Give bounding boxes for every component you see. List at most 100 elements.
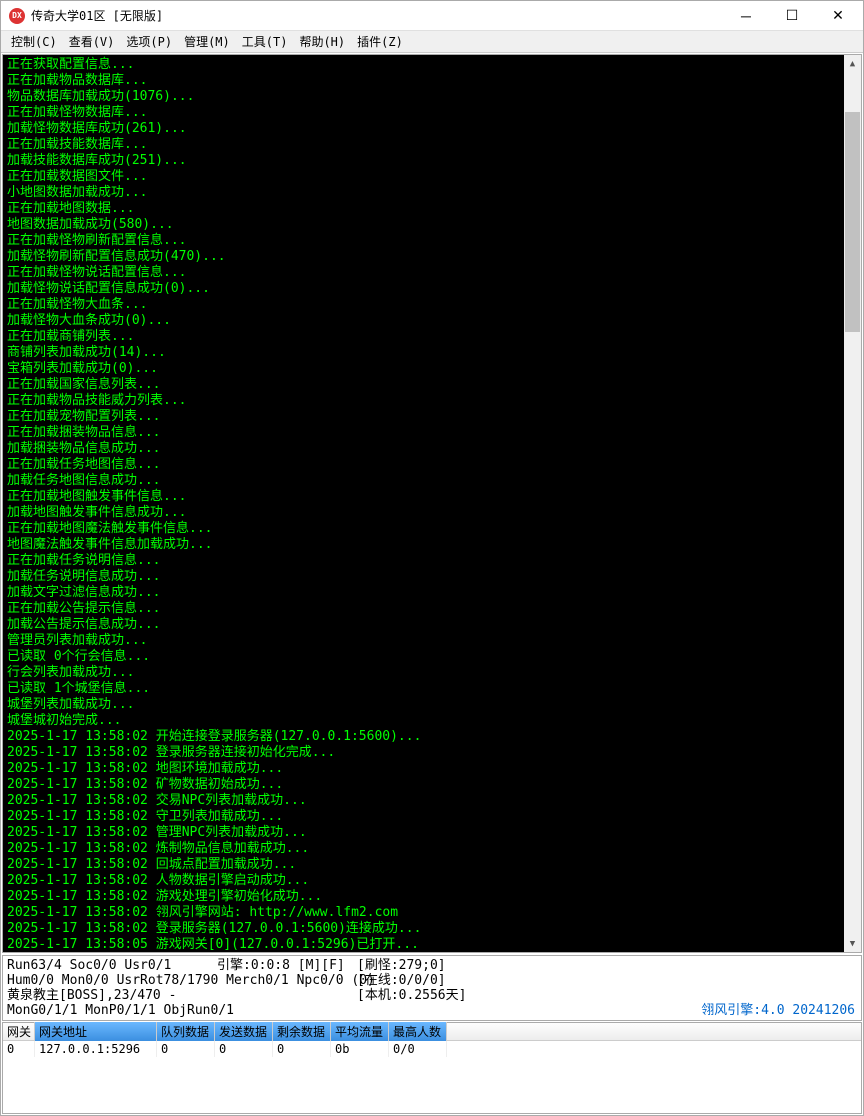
console-line: 加载任务地图信息成功...	[7, 473, 857, 489]
menu-view[interactable]: 查看(V)	[63, 31, 121, 52]
console-line: 地图数据加载成功(580)...	[7, 217, 857, 233]
console-line: 2025-1-17 13:58:02 炼制物品信息加载成功...	[7, 841, 857, 857]
menu-control[interactable]: 控制(C)	[5, 31, 63, 52]
th-gateway[interactable]: 网关	[3, 1022, 35, 1041]
console-line: 加载怪物大血条成功(0)...	[7, 313, 857, 329]
console-line: 加载怪物说话配置信息成功(0)...	[7, 281, 857, 297]
td-remain: 0	[273, 1041, 331, 1057]
console-line: 地图魔法触发事件信息加载成功...	[7, 537, 857, 553]
console-output: 正在获取配置信息...正在加载物品数据库...物品数据库加载成功(1076)..…	[2, 54, 862, 953]
status-engine: 引擎:0:0:8 [M][F]	[217, 958, 357, 973]
console-line: 正在加载任务地图信息...	[7, 457, 857, 473]
app-icon: DX	[9, 8, 25, 24]
console-line: 正在加载商铺列表...	[7, 329, 857, 345]
status-refresh: [刷怪:279;0]	[357, 958, 446, 973]
menu-manage[interactable]: 管理(M)	[178, 31, 236, 52]
console-line: 正在加载任务说明信息...	[7, 553, 857, 569]
menu-plugins[interactable]: 插件(Z)	[351, 31, 409, 52]
th-avg[interactable]: 平均流量	[331, 1022, 389, 1041]
th-queue[interactable]: 队列数据	[157, 1022, 215, 1041]
console-line: 正在加载地图数据...	[7, 201, 857, 217]
status-run: Run63/4 Soc0/0 Usr0/1	[7, 958, 217, 973]
window-title: 传奇大学01区 [无限版]	[31, 7, 723, 24]
status-mong: MonG0/1/1 MonP0/1/1 ObjRun0/1	[7, 1003, 234, 1018]
td-max: 0/0	[389, 1041, 447, 1057]
console-line: 正在加载捆装物品信息...	[7, 425, 857, 441]
console-line: 正在加载公告提示信息...	[7, 601, 857, 617]
th-max[interactable]: 最高人数	[389, 1022, 447, 1041]
console-line: 2025-1-17 13:58:02 开始连接登录服务器(127.0.0.1:5…	[7, 729, 857, 745]
th-remain[interactable]: 剩余数据	[273, 1022, 331, 1041]
console-line: 商铺列表加载成功(14)...	[7, 345, 857, 361]
console-line: 2025-1-17 13:58:02 登录服务器连接初始化完成...	[7, 745, 857, 761]
console-line: 2025-1-17 13:58:02 矿物数据初始成功...	[7, 777, 857, 793]
console-line: 城堡城初始完成...	[7, 713, 857, 729]
status-online: [在线:0/0/0]	[357, 973, 446, 988]
td-queue: 0	[157, 1041, 215, 1057]
menubar: 控制(C) 查看(V) 选项(P) 管理(M) 工具(T) 帮助(H) 插件(Z…	[1, 31, 863, 53]
table-row[interactable]: 0 127.0.0.1:5296 0 0 0 0b 0/0	[3, 1041, 861, 1057]
app-window: DX 传奇大学01区 [无限版] ─ ☐ ✕ 控制(C) 查看(V) 选项(P)…	[0, 0, 864, 1116]
console-line: 小地图数据加载成功...	[7, 185, 857, 201]
maximize-button[interactable]: ☐	[769, 1, 815, 31]
titlebar[interactable]: DX 传奇大学01区 [无限版] ─ ☐ ✕	[1, 1, 863, 31]
console-line: 加载捆装物品信息成功...	[7, 441, 857, 457]
console-line: 正在加载物品技能威力列表...	[7, 393, 857, 409]
console-line: 正在加载怪物数据库...	[7, 105, 857, 121]
scrollbar-thumb[interactable]	[845, 112, 860, 332]
minimize-button[interactable]: ─	[723, 1, 769, 31]
console-scrollbar[interactable]: ▲ ▼	[844, 55, 861, 952]
console-line: 加载任务说明信息成功...	[7, 569, 857, 585]
td-send: 0	[215, 1041, 273, 1057]
status-panel: Run63/4 Soc0/0 Usr0/1 引擎:0:0:8 [M][F] [刷…	[2, 955, 862, 1021]
gateway-table: 网关 网关地址 队列数据 发送数据 剩余数据 平均流量 最高人数 0 127.0…	[2, 1022, 862, 1114]
scrollbar-track[interactable]	[844, 72, 861, 935]
console-line: 正在加载地图触发事件信息...	[7, 489, 857, 505]
console-line: 正在加载国家信息列表...	[7, 377, 857, 393]
console-line: 2025-1-17 13:58:02 地图环境加载成功...	[7, 761, 857, 777]
console-line: 2025-1-17 13:58:02 守卫列表加载成功...	[7, 809, 857, 825]
console-line: 加载怪物刷新配置信息成功(470)...	[7, 249, 857, 265]
scroll-down-icon[interactable]: ▼	[844, 935, 861, 952]
console-line: 加载技能数据库成功(251)...	[7, 153, 857, 169]
menu-options[interactable]: 选项(P)	[120, 31, 178, 52]
console-line: 正在加载数据图文件...	[7, 169, 857, 185]
console-line: 物品数据库加载成功(1076)...	[7, 89, 857, 105]
table-row[interactable]	[3, 1089, 861, 1105]
console-line: 正在加载地图魔法触发事件信息...	[7, 521, 857, 537]
th-address[interactable]: 网关地址	[35, 1022, 157, 1041]
status-boss: 黄泉教主[BOSS],23/470 -	[7, 988, 357, 1003]
console-line: 加载怪物数据库成功(261)...	[7, 121, 857, 137]
console-line: 2025-1-17 13:58:02 人物数据引擎启动成功...	[7, 873, 857, 889]
th-send[interactable]: 发送数据	[215, 1022, 273, 1041]
td-address: 127.0.0.1:5296	[35, 1041, 157, 1057]
console-line: 正在加载怪物说话配置信息...	[7, 265, 857, 281]
console-line: 正在加载宠物配置列表...	[7, 409, 857, 425]
scroll-up-icon[interactable]: ▲	[844, 55, 861, 72]
console-line: 加载地图触发事件信息成功...	[7, 505, 857, 521]
close-button[interactable]: ✕	[815, 1, 861, 31]
console-line: 2025-1-17 13:58:02 回城点配置加载成功...	[7, 857, 857, 873]
table-header-row: 网关 网关地址 队列数据 发送数据 剩余数据 平均流量 最高人数	[3, 1023, 861, 1041]
status-hum: Hum0/0 Mon0/0 UsrRot78/1790 Merch0/1 Npc…	[7, 973, 357, 988]
window-controls: ─ ☐ ✕	[723, 1, 861, 31]
console-line: 正在加载物品数据库...	[7, 73, 857, 89]
menu-help[interactable]: 帮助(H)	[293, 31, 351, 52]
console-line: 2025-1-17 13:58:02 游戏处理引擎初始化成功...	[7, 889, 857, 905]
console-line: 2025-1-17 13:58:05 游戏网关[0](127.0.0.1:529…	[7, 937, 857, 953]
console-line: 宝箱列表加载成功(0)...	[7, 361, 857, 377]
console-line: 已读取 0个行会信息...	[7, 649, 857, 665]
console-line: 加载文字过滤信息成功...	[7, 585, 857, 601]
console-line: 2025-1-17 13:58:02 交易NPC列表加载成功...	[7, 793, 857, 809]
console-line: 正在加载技能数据库...	[7, 137, 857, 153]
td-gateway: 0	[3, 1041, 35, 1057]
engine-version-label: 翎风引擎:4.0 20241206	[701, 1003, 855, 1018]
td-avg: 0b	[331, 1041, 389, 1057]
console-line: 2025-1-17 13:58:02 登录服务器(127.0.0.1:5600)…	[7, 921, 857, 937]
console-line: 正在加载怪物刷新配置信息...	[7, 233, 857, 249]
table-row[interactable]	[3, 1073, 861, 1089]
status-local: [本机:0.2556天]	[357, 988, 466, 1003]
menu-tools[interactable]: 工具(T)	[236, 31, 294, 52]
console-line: 管理员列表加载成功...	[7, 633, 857, 649]
table-row[interactable]	[3, 1057, 861, 1073]
